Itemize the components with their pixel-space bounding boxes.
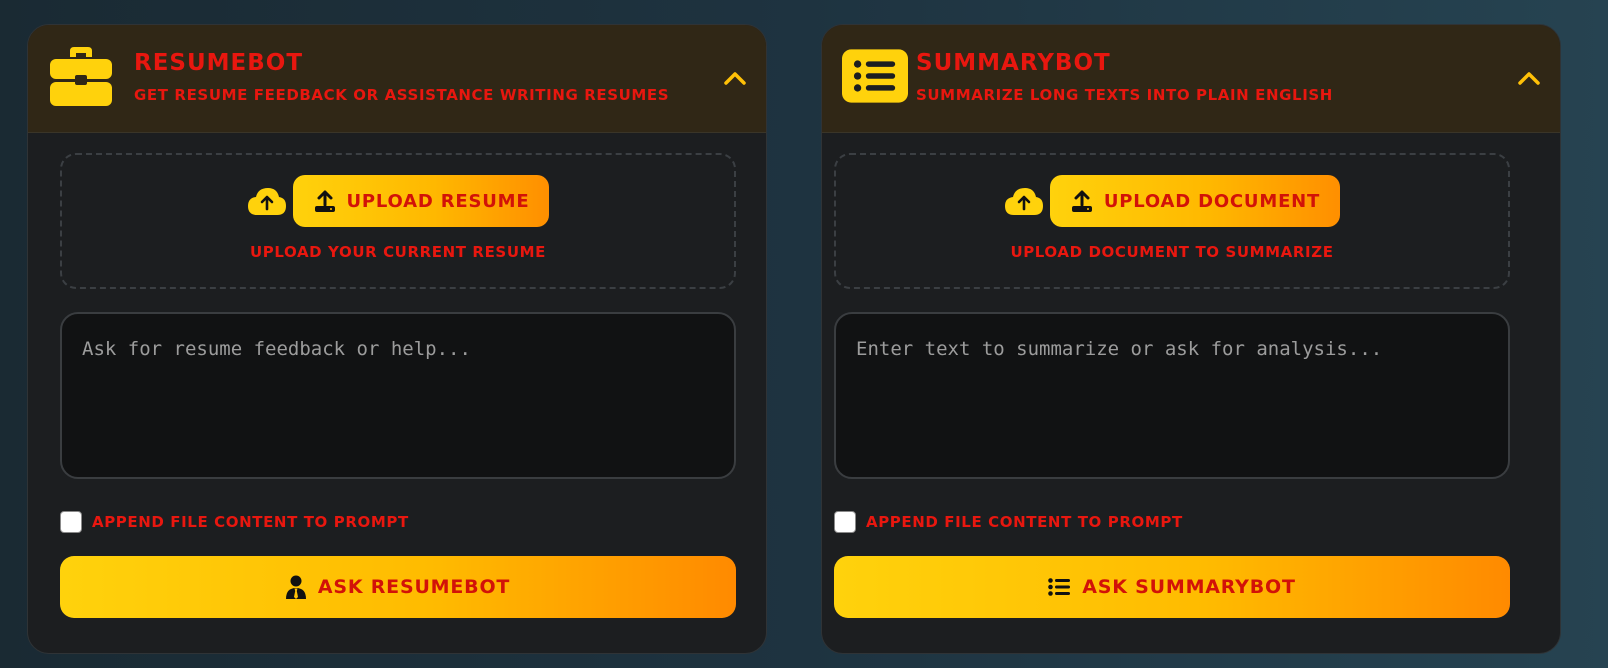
append-file-option[interactable]: Append file content to prompt [834, 511, 1183, 533]
user-tie-icon [285, 575, 306, 599]
upload-hint: Upload your current resume [250, 243, 546, 261]
append-file-label[interactable]: Append file content to prompt [92, 513, 409, 531]
summarybot-panel: SummaryBot Summarize long texts into pla… [821, 24, 1561, 654]
panel-title: SummaryBot [916, 50, 1111, 76]
summarybot-header[interactable]: SummaryBot Summarize long texts into pla… [822, 25, 1560, 133]
ask-button-label: Ask ResumeBot [317, 576, 511, 598]
upload-dropzone[interactable]: Upload Resume Upload your current resume [60, 153, 736, 289]
briefcase-icon [48, 45, 114, 107]
upload-icon [1071, 190, 1092, 212]
panel-subtitle: Summarize long texts into plain English [916, 86, 1333, 104]
resumebot-header[interactable]: ResumeBot Get resume feedback or assista… [28, 25, 766, 133]
chevron-up-icon [724, 72, 746, 85]
append-file-checkbox[interactable] [60, 511, 82, 533]
upload-button-label: Upload Resume [346, 190, 530, 212]
upload-dropzone[interactable]: Upload Document Upload document to summa… [834, 153, 1510, 289]
upload-icon [314, 190, 335, 212]
upload-resume-button[interactable]: Upload Resume [292, 175, 550, 227]
prompt-input[interactable] [834, 312, 1510, 479]
list-icon [1048, 578, 1071, 596]
list-icon [842, 45, 908, 107]
collapse-button[interactable] [1514, 63, 1544, 93]
append-file-option[interactable]: Append file content to prompt [60, 511, 409, 533]
ask-button-label: Ask SummaryBot [1082, 576, 1296, 598]
cloud-upload-icon [1004, 185, 1044, 217]
upload-button-label: Upload Document [1103, 190, 1321, 212]
upload-document-button[interactable]: Upload Document [1049, 175, 1341, 227]
upload-hint: Upload document to summarize [1010, 243, 1334, 261]
panel-title: ResumeBot [134, 50, 304, 76]
collapse-button[interactable] [720, 63, 750, 93]
append-file-label[interactable]: Append file content to prompt [866, 513, 1183, 531]
prompt-input[interactable] [60, 312, 736, 479]
ask-resumebot-button[interactable]: Ask ResumeBot [60, 556, 736, 618]
cloud-upload-icon [247, 185, 287, 217]
resumebot-panel: ResumeBot Get resume feedback or assista… [27, 24, 767, 654]
append-file-checkbox[interactable] [834, 511, 856, 533]
panel-subtitle: Get resume feedback or assistance writin… [134, 86, 670, 104]
ask-summarybot-button[interactable]: Ask SummaryBot [834, 556, 1510, 618]
chevron-up-icon [1518, 72, 1540, 85]
